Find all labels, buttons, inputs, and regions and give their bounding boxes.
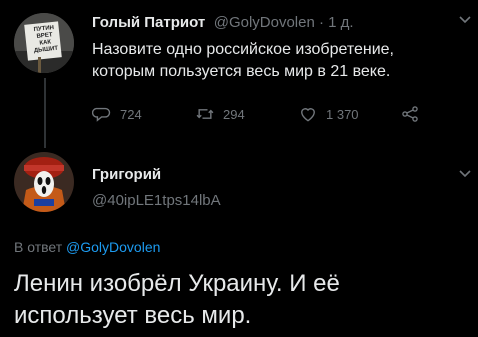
- heart-icon: [301, 108, 315, 122]
- like-count: 1 370: [326, 106, 359, 122]
- retweet-icon: [196, 109, 214, 119]
- tweet1-text-line1: Назовите одно российское изобретение,: [92, 41, 394, 58]
- replying-to-prefix: В ответ: [14, 239, 67, 255]
- avatar-grigoriy[interactable]: [14, 152, 74, 212]
- separator-dot: ·: [314, 14, 329, 31]
- avatar-sign-text: ПУТИН ВРЕТ КАК ДЫШИТ: [33, 25, 59, 55]
- retweet-button[interactable]: 294: [195, 104, 245, 124]
- comment-icon: [92, 107, 111, 122]
- chevron-down-icon[interactable]: [458, 13, 472, 30]
- reply-author-name[interactable]: Григорий: [92, 166, 161, 183]
- author-name[interactable]: Голый Патриот: [92, 14, 205, 31]
- like-button[interactable]: 1 370: [298, 104, 359, 124]
- retweet-count: 294: [223, 106, 245, 122]
- author-handle[interactable]: @GolyDovolen: [214, 14, 315, 31]
- reply-button[interactable]: 724: [92, 104, 142, 124]
- reply-author-handle[interactable]: @40ipLE1tps14lbA: [92, 192, 221, 209]
- share-icon: [402, 106, 418, 122]
- reply-text: Ленин изобрёл Украину. И её использует в…: [14, 268, 474, 332]
- chevron-down-icon[interactable]: [458, 167, 472, 184]
- thread-connector-line: [44, 78, 46, 148]
- share-button[interactable]: [400, 104, 420, 124]
- reply-text-line1: Ленин изобрёл Украину. И её: [14, 270, 340, 297]
- replying-to-handle-link[interactable]: @GolyDovolen: [66, 239, 160, 255]
- tweet1-text: Назовите одно российское изобретение, ко…: [92, 40, 472, 82]
- reply-count: 724: [120, 106, 142, 122]
- replying-to: В ответ @GolyDovolen: [14, 239, 160, 255]
- tweet1-header: Голый Патриот @GolyDovolen · 1 д.: [92, 14, 354, 32]
- reply-text-line2: использует весь мир.: [14, 302, 252, 329]
- avatar-golyi-patriot[interactable]: ПУТИН ВРЕТ КАК ДЫШИТ: [14, 13, 74, 73]
- tweet1-text-line2: которым пользуется весь мир в 21 веке.: [92, 63, 391, 80]
- tweet-time[interactable]: 1 д.: [328, 14, 353, 31]
- ghostface-image: [14, 152, 74, 212]
